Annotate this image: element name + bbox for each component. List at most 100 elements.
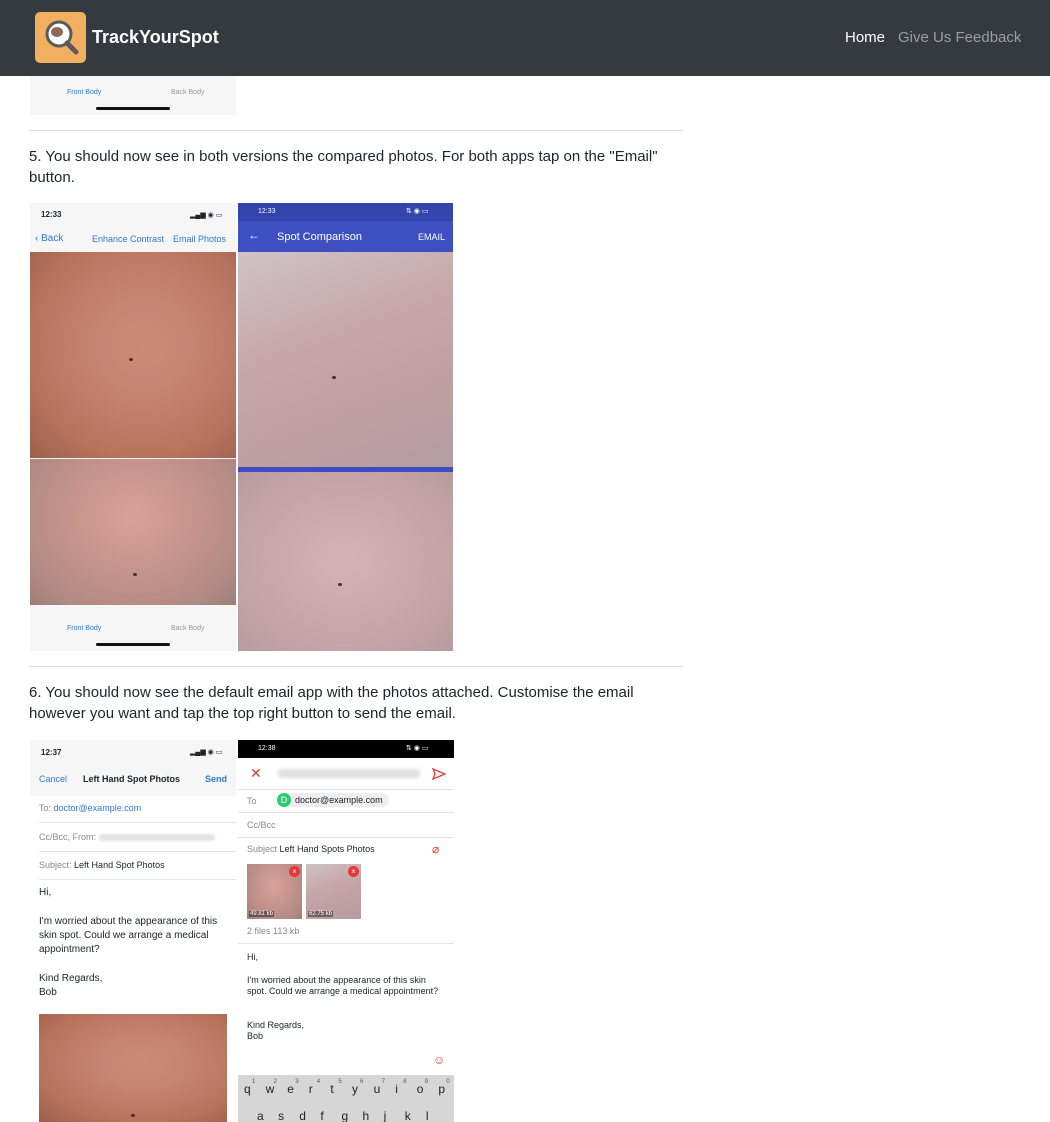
attachment-size: 62.75 kb (308, 911, 334, 917)
keyboard-key-t[interactable]: t (330, 1082, 333, 1096)
comparison-photo-1 (238, 252, 453, 467)
to-label: To (247, 796, 257, 806)
blurred-from-address (98, 834, 215, 842)
nav-feedback-link[interactable]: Give Us Feedback (898, 29, 1021, 46)
remove-attachment-icon[interactable]: × (348, 866, 359, 877)
keyboard-key-hint: 7 (381, 1079, 385, 1085)
mail-title: Left Hand Spot Photos (83, 774, 180, 784)
comparison-photo-2 (30, 459, 236, 605)
spot-marker (133, 573, 137, 576)
home-indicator (96, 107, 170, 110)
subject-row[interactable]: Subject: Left Hand Spot Photos (39, 860, 165, 870)
keyboard-key-hint: 1 (252, 1079, 256, 1085)
keyboard-key-p[interactable]: p (438, 1082, 445, 1096)
ios-back-button[interactable]: ‹ Back (35, 233, 63, 244)
keyboard-key-o[interactable]: o (417, 1082, 424, 1096)
attachment-icon[interactable]: ⌀ (432, 842, 439, 856)
to-row[interactable]: To: doctor@example.com (39, 803, 141, 813)
step5-ios-screenshot: 12:33 ▂▄▆ ◉ ▭ ‹ Back Enhance Contrast Em… (30, 203, 236, 651)
keyboard-key-g[interactable]: g (341, 1109, 348, 1122)
recipient-chip[interactable]: Ddoctor@example.com (277, 793, 389, 807)
row-separator (39, 879, 236, 880)
cc-field[interactable]: Cc/Bcc (247, 820, 276, 830)
chip-email: doctor@example.com (295, 795, 383, 805)
divider (29, 666, 683, 667)
cc-row[interactable]: Cc/Bcc, From: (39, 832, 215, 842)
step-5-text: 5. You should now see in both versions t… (29, 148, 658, 186)
brand-name[interactable]: TrackYourSpot (92, 27, 219, 48)
keyboard-key-d[interactable]: d (299, 1109, 306, 1122)
step6-ios-mail-screenshot: 12:37 ▂▄▆ ◉ ▭ Cancel Left Hand Spot Phot… (30, 740, 236, 1122)
keyboard-key-a[interactable]: a (257, 1109, 264, 1122)
android-app-bar: ← Spot Comparison EMAIL (238, 221, 453, 252)
emoji-icon[interactable]: ☺ (433, 1053, 445, 1067)
ios-status-time: 12:37 (41, 748, 62, 757)
close-icon[interactable]: ✕ (250, 765, 262, 782)
keyboard-key-i[interactable]: i (395, 1082, 398, 1096)
keyboard-key-e[interactable]: e (287, 1082, 294, 1096)
send-button[interactable]: Send (205, 774, 227, 784)
keyboard-key-hint: 0 (446, 1079, 450, 1085)
keyboard-key-y[interactable]: y (352, 1082, 358, 1096)
keyboard-key-s[interactable]: s (278, 1109, 284, 1122)
keyboard-key-l[interactable]: l (426, 1109, 429, 1122)
keyboard-key-hint: 9 (424, 1079, 429, 1085)
keyboard-key-f[interactable]: f (320, 1109, 323, 1122)
comparison-photo-2 (238, 472, 453, 651)
row-separator (238, 812, 454, 813)
body-regards[interactable]: Kind Regards, (39, 973, 102, 984)
subject-row[interactable]: Subject Left Hand Spots Photos (247, 844, 375, 854)
keyboard-key-h[interactable]: h (363, 1109, 370, 1122)
to-recipient[interactable]: doctor@example.com (54, 803, 142, 813)
chip-avatar: D (277, 793, 291, 807)
email-photos-button[interactable]: Email Photos (173, 234, 226, 244)
step-6-text: 6. You should now see the default email … (29, 684, 634, 722)
android-status-bar: 12:38 ⇅ ◉ ▭ (238, 740, 454, 758)
subject-value[interactable]: Left Hand Spot Photos (74, 860, 165, 870)
attachment-thumbnail[interactable]: × 62.75 kb (306, 864, 361, 919)
ios-status-icons: ▂▄▆ ◉ ▭ (190, 212, 223, 219)
keyboard-key-u[interactable]: u (374, 1082, 381, 1096)
send-icon[interactable] (431, 767, 447, 785)
keyboard-key-q[interactable]: q (244, 1082, 251, 1096)
body-greeting[interactable]: Hi, (247, 952, 258, 962)
back-body-tab[interactable]: Back Body (171, 625, 204, 632)
app-logo-icon[interactable] (35, 12, 86, 63)
enhance-contrast-button[interactable]: Enhance Contrast (92, 234, 164, 244)
nav-home-link[interactable]: Home (845, 29, 885, 46)
previous-screenshot-tabbar: Front Body Back Body (30, 76, 236, 115)
keyboard-key-r[interactable]: r (309, 1082, 313, 1096)
spot-marker (332, 376, 336, 379)
keyboard-key-j[interactable]: j (384, 1109, 387, 1122)
to-label: To: (39, 803, 52, 813)
email-action-button[interactable]: EMAIL (418, 232, 445, 242)
comparison-photo-1 (30, 252, 236, 458)
blurred-from-address (278, 769, 420, 778)
home-indicator (96, 643, 170, 646)
attachment-size: 49.81 kb (249, 911, 275, 917)
front-body-tab[interactable]: Front Body (67, 625, 101, 632)
android-status-time: 12:33 (258, 208, 276, 215)
arrow-back-icon[interactable]: ← (248, 228, 260, 242)
body-name[interactable]: Bob (39, 987, 57, 998)
subject-value[interactable]: Left Hand Spots Photos (280, 844, 375, 854)
row-separator (238, 789, 454, 790)
remove-attachment-icon[interactable]: × (289, 866, 300, 877)
body-name[interactable]: Bob (247, 1031, 263, 1041)
keyboard-key-hint: 3 (295, 1079, 299, 1085)
body-text[interactable]: I'm worried about the appearance of this… (39, 915, 219, 957)
cancel-button[interactable]: Cancel (39, 774, 67, 784)
keyboard-key-k[interactable]: k (405, 1109, 411, 1122)
attachment-thumbnail[interactable]: × 49.81 kb (247, 864, 302, 919)
body-greeting[interactable]: Hi, (39, 887, 51, 898)
subject-label: Subject (247, 844, 278, 854)
keyboard-key-hint: 5 (338, 1079, 342, 1085)
spot-marker (131, 1114, 135, 1117)
keyboard: q1w2e3r4t5y6u7i8o9p0 asdfghjkl (238, 1075, 454, 1122)
android-status-icons: ⇅ ◉ ▭ (406, 208, 429, 215)
divider (29, 130, 683, 131)
body-regards[interactable]: Kind Regards, (247, 1020, 304, 1030)
front-body-tab: Front Body (67, 89, 102, 96)
spot-marker (129, 358, 133, 361)
body-text[interactable]: I'm worried about the appearance of this… (247, 975, 443, 997)
